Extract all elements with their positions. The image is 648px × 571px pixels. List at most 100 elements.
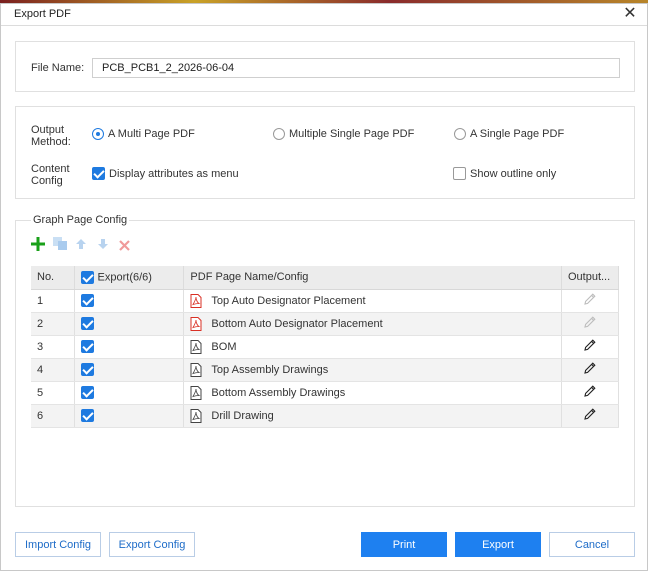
row-output-cell[interactable] — [561, 358, 620, 382]
output-method-label-line2: Method: — [31, 136, 71, 148]
row-number: 2 — [31, 312, 76, 336]
graph-page-table: No. Export(6/6) PDF Page Name/Config Out… — [31, 266, 620, 428]
checkbox[interactable] — [453, 167, 466, 180]
col-header-no: No. — [31, 266, 76, 290]
row-page-name: Bottom Assembly Drawings — [211, 386, 346, 399]
file-name-panel: File Name: — [15, 41, 635, 92]
display-attributes-checkbox[interactable]: Display attributes as menu — [92, 167, 239, 180]
add-icon[interactable] — [30, 236, 46, 252]
table-row[interactable]: 3 BOM — [31, 335, 620, 359]
content-config-label-line2: Config — [31, 175, 63, 187]
row-number: 5 — [31, 381, 76, 405]
pdf-file-icon — [190, 316, 202, 331]
checkbox-label: Show outline only — [470, 167, 557, 180]
row-export-cell[interactable] — [74, 381, 185, 405]
col-header-output: Output... — [561, 266, 620, 290]
close-icon[interactable]: ✕ — [621, 5, 639, 23]
row-export-checkbox[interactable] — [81, 363, 95, 376]
radio-label: Multiple Single Page PDF — [289, 128, 415, 140]
radio-label: A Multi Page PDF — [108, 128, 195, 140]
radio-multiple-single-page-pdf[interactable]: Multiple Single Page PDF — [273, 128, 414, 140]
content-config-label-line1: Content — [31, 163, 70, 175]
copy-icon[interactable] — [52, 236, 68, 252]
output-config-panel: Output Method: A Multi Page PDF Multiple… — [15, 106, 635, 199]
row-export-checkbox[interactable] — [81, 386, 95, 399]
row-output-cell[interactable] — [561, 312, 620, 336]
export-button[interactable]: Export — [455, 532, 541, 557]
table-row[interactable]: 2 Bottom Auto Designator Placement — [31, 312, 620, 336]
table-row[interactable]: 1 Top Auto Designator Placement — [31, 289, 620, 313]
row-export-checkbox[interactable] — [81, 294, 95, 307]
row-number: 6 — [31, 404, 76, 428]
col-header-name: PDF Page Name/Config — [183, 266, 562, 290]
radio-button[interactable] — [454, 128, 466, 140]
radio-button[interactable] — [273, 128, 285, 140]
row-export-cell[interactable] — [74, 404, 185, 428]
export-config-button[interactable]: Export Config — [109, 532, 195, 557]
row-output-cell[interactable] — [561, 381, 620, 405]
row-export-checkbox[interactable] — [81, 340, 95, 353]
edit-pencil-icon[interactable] — [583, 315, 597, 329]
move-down-icon[interactable] — [95, 236, 111, 252]
pdf-file-icon — [190, 385, 202, 400]
pdf-file-icon — [190, 339, 202, 354]
file-name-input[interactable] — [92, 58, 620, 78]
file-name-label: File Name: — [31, 62, 85, 74]
row-name-cell: BOM — [183, 335, 562, 359]
row-export-cell[interactable] — [74, 335, 185, 359]
edit-pencil-icon[interactable] — [583, 292, 597, 306]
row-export-cell[interactable] — [74, 358, 185, 382]
content-config-label: Content Config — [31, 163, 70, 187]
checkbox-label: Display attributes as menu — [109, 167, 239, 180]
pdf-file-icon — [190, 362, 202, 377]
print-button[interactable]: Print — [361, 532, 447, 557]
radio-button-selected[interactable] — [92, 128, 104, 140]
row-number: 1 — [31, 289, 76, 313]
row-export-checkbox[interactable] — [81, 409, 95, 422]
col-header-export[interactable]: Export(6/6) — [74, 266, 185, 290]
row-page-name: Top Assembly Drawings — [211, 363, 329, 376]
edit-pencil-icon[interactable] — [583, 361, 597, 375]
row-export-checkbox[interactable] — [81, 317, 95, 330]
row-page-name: Drill Drawing — [211, 409, 274, 422]
row-number: 4 — [31, 358, 76, 382]
radio-multi-page-pdf[interactable]: A Multi Page PDF — [92, 128, 195, 140]
edit-pencil-icon[interactable] — [583, 407, 597, 421]
import-config-button[interactable]: Import Config — [15, 532, 101, 557]
row-page-name: BOM — [211, 340, 237, 353]
checkbox-checked[interactable] — [92, 167, 105, 180]
row-name-cell: Bottom Auto Designator Placement — [183, 312, 562, 336]
title-bar: Export PDF ✕ — [1, 4, 647, 26]
graph-page-config-legend: Graph Page Config — [31, 214, 130, 226]
col-header-export-label: Export(6/6) — [97, 271, 152, 284]
row-name-cell: Drill Drawing — [183, 404, 562, 428]
export-pdf-dialog: Export PDF ✕ File Name: Output Method: A… — [0, 3, 648, 571]
row-output-cell[interactable] — [561, 289, 620, 313]
select-all-checkbox[interactable] — [81, 270, 95, 284]
radio-single-page-pdf[interactable]: A Single Page PDF — [454, 128, 564, 140]
row-name-cell: Top Auto Designator Placement — [183, 289, 562, 313]
cancel-button[interactable]: Cancel — [549, 532, 635, 557]
dialog-title: Export PDF — [14, 8, 71, 20]
row-number: 3 — [31, 335, 76, 359]
row-output-cell[interactable] — [561, 335, 620, 359]
edit-pencil-icon[interactable] — [583, 384, 597, 398]
delete-icon[interactable] — [116, 237, 132, 253]
row-page-name: Top Auto Designator Placement — [211, 294, 366, 307]
table-row[interactable]: 4 Top Assembly Drawings — [31, 358, 620, 382]
row-name-cell: Top Assembly Drawings — [183, 358, 562, 382]
row-export-cell[interactable] — [74, 289, 185, 313]
row-name-cell: Bottom Assembly Drawings — [183, 381, 562, 405]
pdf-file-icon — [190, 293, 202, 308]
pdf-file-icon — [190, 408, 202, 423]
table-row[interactable]: 6 Drill Drawing — [31, 404, 620, 428]
output-method-label: Output Method: — [31, 124, 71, 148]
move-up-icon[interactable] — [73, 236, 89, 252]
edit-pencil-icon[interactable] — [583, 338, 597, 352]
show-outline-checkbox[interactable]: Show outline only — [453, 167, 556, 180]
table-row[interactable]: 5 Bottom Assembly Drawings — [31, 381, 620, 405]
row-export-cell[interactable] — [74, 312, 185, 336]
row-output-cell[interactable] — [561, 404, 620, 428]
output-method-label-line1: Output — [31, 124, 65, 136]
radio-label: A Single Page PDF — [470, 128, 565, 140]
